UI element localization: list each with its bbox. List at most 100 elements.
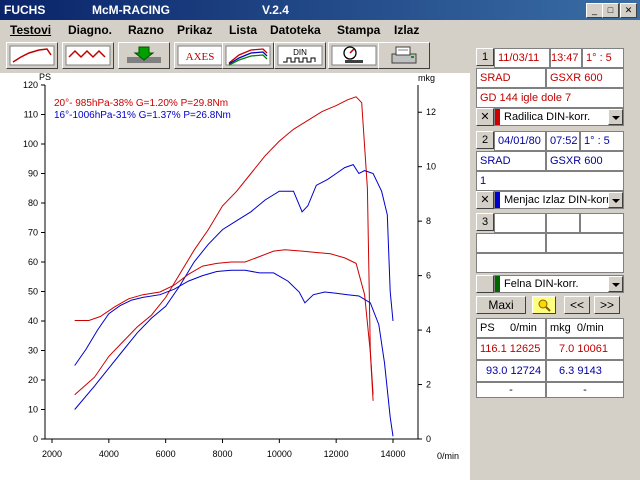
results-row-1-ps-rpm: 12625 [509,343,541,355]
test-2-remove-button[interactable]: ✕ [476,191,494,209]
x-tick-label: 14000 [380,449,405,459]
y-left-axis-label: PS [39,73,51,82]
arrow-down-icon [127,46,161,63]
menu-diagno[interactable]: Diagno. [68,23,112,37]
test-3-type [476,233,546,253]
test-3-color-swatch [495,276,500,292]
compare-curves-button[interactable] [222,42,274,69]
y-right-axis-label: mkg [418,73,435,83]
test-1-color-swatch [495,109,500,125]
gauge-button[interactable] [328,42,380,69]
axes-button[interactable]: AXES [174,42,226,69]
results-header-mkg-rpm: 0/min [576,322,604,334]
test-1-ratio: 1° : 5 [582,48,624,68]
test-1-time: 13:47 [550,48,582,68]
y-left-tick-label: 70 [28,228,38,238]
menu-testovi[interactable]: Testovi [10,23,51,37]
y-right-tick-label: 2 [426,380,431,390]
print-button[interactable] [378,42,430,69]
results-row-3-power: - [476,382,546,398]
close-icon: ✕ [480,194,490,206]
din-label: DIN [293,48,307,57]
results-row-3-mkg: - [583,384,587,396]
chart-panel: 0 10 20 30 40 50 60 70 80 90 100 110 120 0 2 4 6 8 10 12 200… [0,73,470,480]
results-row-1-ps: 116.1 [480,343,507,355]
din-correction-button[interactable]: DIN [274,42,326,69]
menu-datoteka[interactable]: Datoteka [270,23,321,37]
zoom-button[interactable] [532,296,556,314]
y-right-tick-label: 0 [426,434,431,444]
torque-curve-icon [65,45,111,66]
chevron-down-icon[interactable] [608,192,623,208]
x-axis-label: 0/min [437,451,459,461]
maximize-icon[interactable]: □ [602,3,619,18]
maxi-button[interactable]: Maxi [476,296,526,314]
window-title-version: V.2.4 [262,3,289,17]
y-left-tick-label: 60 [28,257,38,267]
results-row-2-torque: 6.3 9143 [546,360,624,382]
window-title-left: FUCHS [4,3,46,17]
x-tick-label: 6000 [156,449,176,459]
y-right-tick-label: 10 [426,162,436,172]
series-line-2 [74,163,394,410]
test-2-button[interactable]: 2 [476,131,494,149]
x-tick-label: 8000 [212,449,232,459]
results-header-ps-rpm: 0/min [509,322,537,334]
test-3-date [494,213,546,233]
y-left-tick-label: 30 [28,346,38,356]
power-curve-button[interactable] [6,42,58,69]
test-3-correction-select[interactable]: Felna DIN-korr. [494,275,624,293]
close-icon[interactable]: ✕ [620,3,637,18]
test-2-ratio: 1° : 5 [580,131,624,151]
title-bar: FUCHS McM-RACING V.2.4 _ □ ✕ [0,0,640,20]
y-left-tick-label: 110 [24,110,38,120]
test-1-type: SRAD [476,68,546,88]
results-header-power: PS 0/min [476,318,546,338]
results-row-2-ps-rpm: 12724 [510,365,542,377]
results-header-torque: mkg 0/min [546,318,624,338]
legend-entry-2: 16°-1006hPa-31% G=1.37% P=26.8Nm [54,110,231,121]
test-1-model: GSXR 600 [546,68,624,88]
results-row-2-ps: 93.0 [486,365,508,377]
y-left-tick-label: 80 [28,198,38,208]
x-tick-label: 4000 [99,449,119,459]
minimize-icon[interactable]: _ [586,3,603,18]
test-2-correction-select[interactable]: Menjac Izlaz DIN-korr [494,191,624,209]
torque-curve-button[interactable] [62,42,114,69]
results-header-mkg: mkg [550,322,571,334]
results-row-3-ps: - [509,384,513,396]
test-1-button[interactable]: 1 [476,48,494,66]
menu-lista[interactable]: Lista [229,23,257,37]
series-line-4 [74,269,394,437]
prev-button[interactable]: << [564,296,590,314]
menu-izlaz[interactable]: Izlaz [394,23,419,37]
test-1-correction-select[interactable]: Radilica DIN-korr. [494,108,624,126]
y-left-tick-label: 20 [28,375,38,385]
y-left-tick-label: 100 [23,139,38,149]
right-panel: 1 11/03/11 13:47 1° : 5 SRAD GSXR 600 GD… [470,39,640,480]
test-2-correction-value: Menjac Izlaz DIN-korr [504,194,610,206]
magnifier-icon [538,299,551,312]
series-line-3 [74,249,374,401]
test-3-correction-value: Felna DIN-korr. [504,278,579,290]
menu-razno[interactable]: Razno [128,23,164,37]
test-3-remove-button[interactable] [476,275,494,293]
results-row-1-torque: 7.0 10061 [546,338,624,360]
test-3-button[interactable]: 3 [476,213,494,231]
test-2-time: 07:52 [546,131,580,151]
axes-icon: AXES [177,45,223,66]
x-tick-label: 10000 [267,449,292,459]
y-left-tick-label: 40 [28,316,38,326]
menu-prikaz[interactable]: Prikaz [177,23,212,37]
window-title-center: McM-RACING [92,3,170,17]
chevron-down-icon[interactable] [608,276,623,292]
load-button[interactable] [118,42,170,69]
test-1-date: 11/03/11 [494,48,550,68]
compare-curves-icon [225,45,271,66]
test-1-remove-button[interactable]: ✕ [476,108,494,126]
axes-label: AXES [186,51,215,63]
din-icon: DIN [277,45,323,66]
menu-stampa[interactable]: Stampa [337,23,380,37]
chevron-down-icon[interactable] [608,109,623,125]
next-button[interactable]: >> [594,296,620,314]
